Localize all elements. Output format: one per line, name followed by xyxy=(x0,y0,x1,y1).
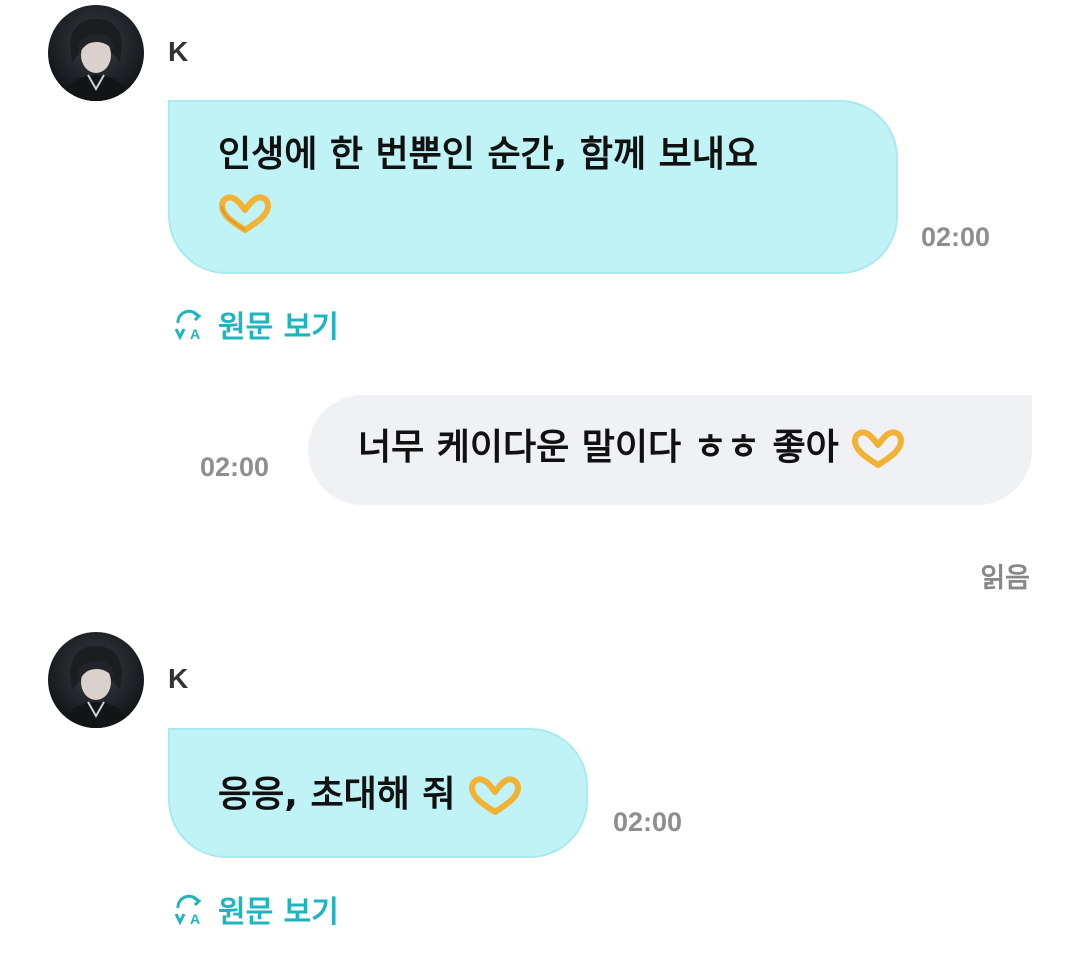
sender-name: K xyxy=(168,36,189,67)
message-text: 응응, 초대해 줘 xyxy=(218,774,456,815)
message-timestamp: 02:00 xyxy=(613,807,683,837)
message-timestamp: 02:00 xyxy=(921,222,991,252)
avatar[interactable] xyxy=(48,632,144,728)
sender-name: K xyxy=(168,663,189,694)
heart-hands-icon xyxy=(852,429,905,468)
message-emoji-line xyxy=(218,184,848,242)
read-receipt: 읽음 xyxy=(980,563,1030,594)
heart-hands-icon xyxy=(469,776,522,815)
view-original-label: 원문 보기 xyxy=(218,895,339,930)
avatar[interactable] xyxy=(48,5,144,101)
translate-icon: A xyxy=(174,309,202,341)
message-timestamp: 02:00 xyxy=(200,452,270,482)
message-bubble-incoming[interactable]: 인생에 한 번뿐인 순간, 함께 보내요 xyxy=(168,100,898,274)
message-text: 인생에 한 번뿐인 순간, 함께 보내요 xyxy=(218,134,759,175)
message-bubble-outgoing[interactable]: 너무 케이다운 말이다 ㅎㅎ 좋아 xyxy=(308,395,1032,505)
message-text: 너무 케이다운 말이다 ㅎㅎ 좋아 xyxy=(358,427,839,468)
heart-hands-icon xyxy=(219,194,271,233)
svg-text:A: A xyxy=(190,326,200,341)
view-original-button[interactable]: A 원문 보기 xyxy=(172,302,339,346)
message-bubble-incoming[interactable]: 응응, 초대해 줘 xyxy=(168,728,588,858)
svg-text:A: A xyxy=(190,911,200,926)
view-original-button[interactable]: A 원문 보기 xyxy=(172,887,339,931)
view-original-label: 원문 보기 xyxy=(218,310,339,345)
translate-icon: A xyxy=(174,894,202,926)
